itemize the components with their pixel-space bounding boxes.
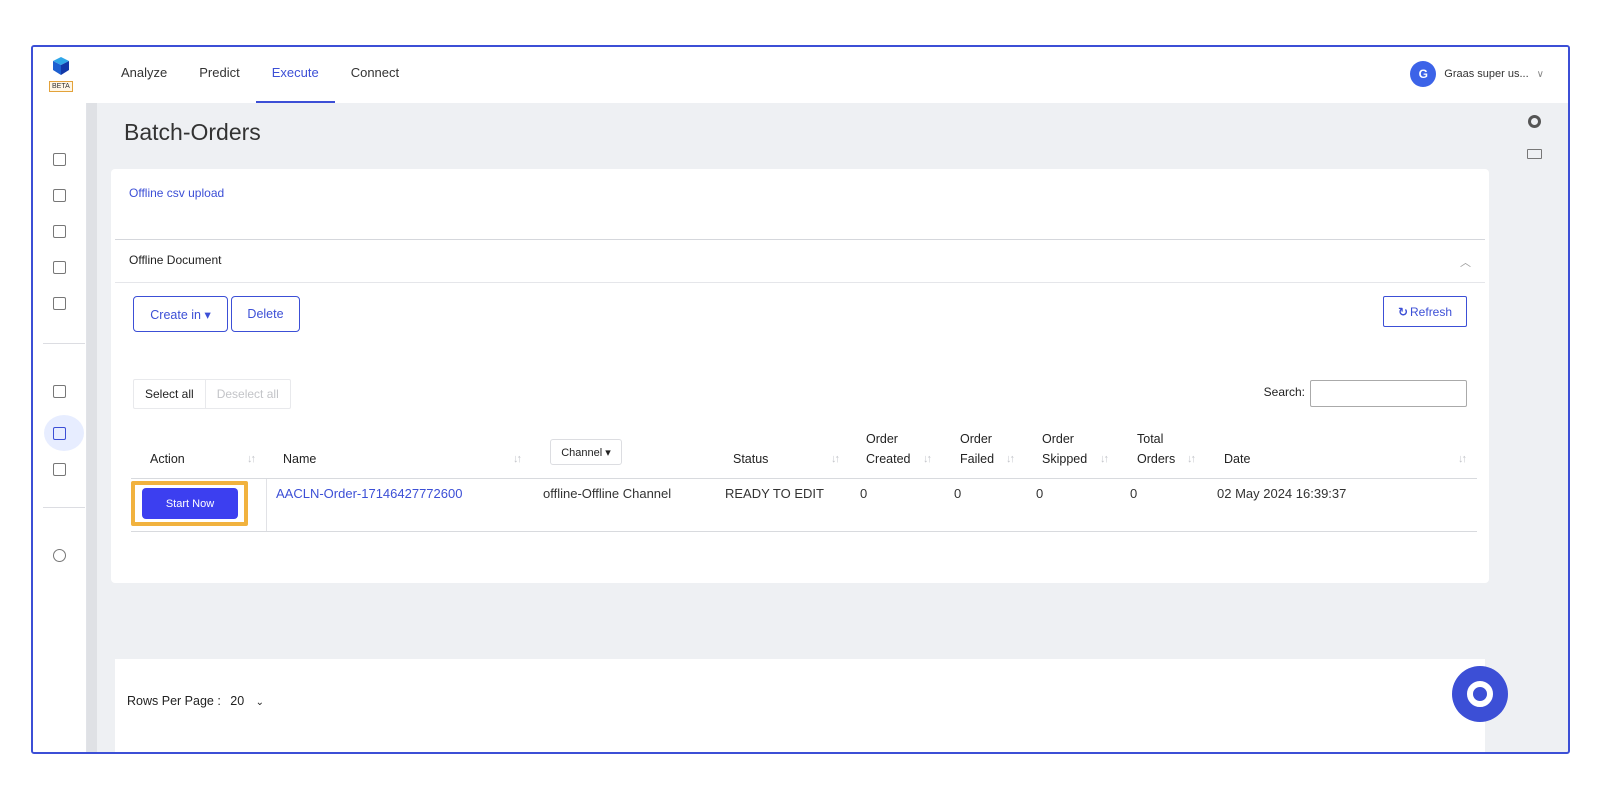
channel-filter-dropdown[interactable]: Channel ▾ xyxy=(550,439,622,465)
app-logo[interactable]: BETA xyxy=(49,57,73,93)
chevron-down-icon[interactable]: ⌄ xyxy=(256,697,264,708)
select-all-button[interactable]: Select all xyxy=(134,380,206,408)
chevron-up-icon[interactable]: ︿ xyxy=(1460,254,1471,270)
column-header-order-skipped-line1[interactable]: Order xyxy=(1042,429,1074,449)
lifebuoy-icon xyxy=(1467,681,1493,707)
user-name: Graas super us... xyxy=(1444,68,1529,80)
rows-per-page[interactable]: Rows Per Page : 20 ⌄ xyxy=(127,694,264,708)
beta-badge: BETA xyxy=(49,81,73,92)
table-row-divider xyxy=(131,531,1477,532)
help-icon[interactable] xyxy=(1528,115,1541,128)
column-header-order-failed-line2[interactable]: Failed xyxy=(960,449,994,469)
offline-document-header[interactable]: Offline Document ︿ xyxy=(115,239,1485,283)
sidebar-divider xyxy=(43,343,85,344)
nav-connect[interactable]: Connect xyxy=(335,47,415,103)
archive-icon[interactable] xyxy=(53,153,66,166)
main-nav: Analyze Predict Execute Connect xyxy=(105,47,415,103)
sort-icon[interactable]: ↓↑ xyxy=(1006,453,1015,465)
column-header-name[interactable]: Name xyxy=(283,449,316,469)
file-icon[interactable] xyxy=(53,261,66,274)
refresh-button[interactable]: ↻ Refresh xyxy=(1383,296,1467,327)
pagination-bar: Rows Per Page : 20 ⌄ xyxy=(115,659,1485,752)
refresh-icon: ↻ xyxy=(1397,304,1409,319)
megaphone-icon[interactable] xyxy=(53,549,66,562)
nav-execute[interactable]: Execute xyxy=(255,47,335,103)
order-failed-cell: 0 xyxy=(954,486,962,501)
section-title: Offline Document xyxy=(129,253,222,267)
create-in-button[interactable]: Create in ▾ xyxy=(133,296,228,332)
refresh-label: Refresh xyxy=(1410,304,1453,319)
batch-orders-card: Offline csv upload Offline Document ︿ Cr… xyxy=(111,169,1489,583)
page-title: Batch-Orders xyxy=(124,119,261,145)
date-cell: 02 May 2024 16:39:37 xyxy=(1217,486,1347,501)
sort-icon[interactable]: ↓↑ xyxy=(1458,453,1467,465)
map-icon[interactable] xyxy=(53,189,66,202)
column-header-order-created-line2[interactable]: Created xyxy=(866,449,910,469)
rows-per-page-value[interactable]: 20 xyxy=(230,694,244,708)
order-name-link[interactable]: AACLN-Order-17146427772600 xyxy=(276,486,462,501)
list-icon[interactable] xyxy=(53,463,66,476)
search-input[interactable] xyxy=(1310,380,1467,407)
rows-per-page-label: Rows Per Page : xyxy=(127,694,221,708)
sort-icon[interactable]: ↓↑ xyxy=(247,453,256,465)
sort-icon[interactable]: ↓↑ xyxy=(513,453,522,465)
delete-button[interactable]: Delete xyxy=(231,296,300,332)
table-header-divider xyxy=(131,478,1477,479)
sidebar-divider xyxy=(43,507,85,508)
column-header-status[interactable]: Status xyxy=(733,449,768,469)
sort-icon[interactable]: ↓↑ xyxy=(923,453,932,465)
orders-icon[interactable] xyxy=(53,427,66,440)
content-gutter xyxy=(87,103,97,752)
support-chat-button[interactable] xyxy=(1452,666,1508,722)
column-header-action[interactable]: Action xyxy=(150,449,185,469)
column-header-total-orders-line1[interactable]: Total xyxy=(1137,429,1163,449)
sort-icon[interactable]: ↓↑ xyxy=(1187,453,1196,465)
column-header-order-skipped-line2[interactable]: Skipped xyxy=(1042,449,1087,469)
sort-icon[interactable]: ↓↑ xyxy=(831,453,840,465)
top-bar: BETA Analyze Predict Execute Connect G G… xyxy=(33,47,1568,103)
chevron-down-icon: ∨ xyxy=(1536,68,1544,80)
start-now-highlight: Start Now xyxy=(131,481,248,526)
total-orders-cell: 0 xyxy=(1130,486,1138,501)
sidebar xyxy=(33,103,87,752)
panel-toggle-icon[interactable] xyxy=(1527,149,1542,159)
cart-icon[interactable] xyxy=(53,385,66,398)
column-header-date[interactable]: Date xyxy=(1224,449,1250,469)
user-menu[interactable]: G Graas super us... ∨ xyxy=(1410,61,1544,87)
search-label: Search: xyxy=(1263,385,1305,399)
logo-cube-icon xyxy=(53,57,69,75)
nav-analyze[interactable]: Analyze xyxy=(105,47,183,103)
app-window: BETA Analyze Predict Execute Connect G G… xyxy=(31,45,1570,754)
clipboard-icon[interactable] xyxy=(53,225,66,238)
nav-predict[interactable]: Predict xyxy=(183,47,255,103)
offline-csv-upload-link[interactable]: Offline csv upload xyxy=(129,186,224,200)
column-divider xyxy=(266,479,267,531)
status-cell: READY TO EDIT xyxy=(725,486,824,501)
order-skipped-cell: 0 xyxy=(1036,486,1044,501)
start-now-button[interactable]: Start Now xyxy=(142,488,238,519)
column-header-order-created-line1[interactable]: Order xyxy=(866,429,898,449)
column-header-order-failed-line1[interactable]: Order xyxy=(960,429,992,449)
selection-buttons: Select all Deselect all xyxy=(133,379,291,409)
order-created-cell: 0 xyxy=(860,486,868,501)
channel-cell: offline-Offline Channel xyxy=(543,486,672,501)
document-icon[interactable] xyxy=(53,297,66,310)
column-header-total-orders-line2[interactable]: Orders xyxy=(1137,449,1175,469)
sort-icon[interactable]: ↓↑ xyxy=(1100,453,1109,465)
deselect-all-button[interactable]: Deselect all xyxy=(206,380,290,408)
avatar: G xyxy=(1410,61,1437,87)
